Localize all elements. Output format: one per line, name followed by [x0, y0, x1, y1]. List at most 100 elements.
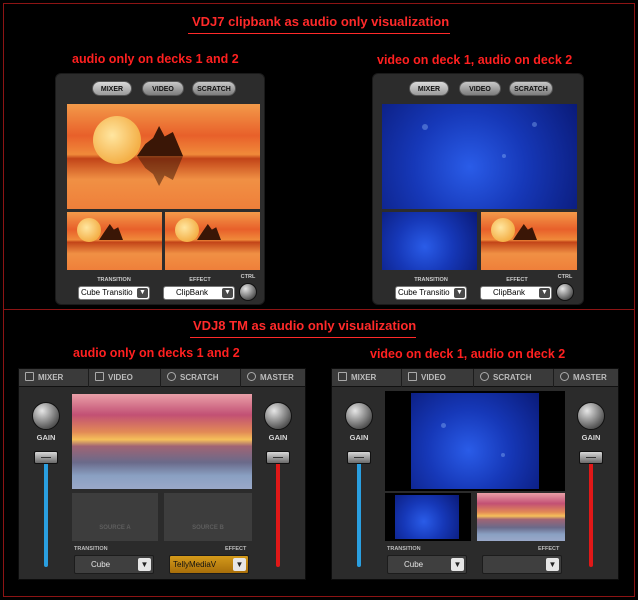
- film-icon: [408, 372, 417, 381]
- transition-value: Cube: [91, 560, 111, 569]
- tab-label: MIXER: [351, 373, 377, 382]
- ctrl-label: CTRL: [240, 274, 256, 280]
- deck1-preview: [382, 212, 477, 270]
- tab-mixer[interactable]: MIXER: [409, 81, 449, 96]
- transition-select[interactable]: Cube ▼: [387, 555, 467, 574]
- mixer-icon: [25, 372, 34, 381]
- section2-left-caption: audio only on decks 1 and 2: [73, 346, 240, 360]
- tab-label: MASTER: [573, 373, 607, 382]
- sparkle: [501, 453, 505, 457]
- tab-label: VIDEO: [108, 373, 133, 382]
- effect-label: EFFECT: [506, 277, 528, 283]
- transition-select[interactable]: Cube Transitio ▼: [78, 286, 150, 300]
- transition-value: Cube: [404, 560, 424, 569]
- gain-label-right: GAIN: [268, 433, 288, 442]
- fader-handle-right[interactable]: [266, 451, 290, 464]
- source-a[interactable]: [385, 493, 471, 541]
- sparkle: [502, 154, 506, 158]
- rock-island: [513, 224, 537, 240]
- section1-left-caption: audio only on decks 1 and 2: [72, 52, 239, 66]
- section1-title: VDJ7 clipbank as audio only visualizatio…: [192, 14, 450, 29]
- tab-mixer[interactable]: MIXER: [19, 369, 89, 387]
- scratch-icon: [167, 372, 176, 381]
- gain-knob-left[interactable]: [345, 402, 373, 430]
- effect-label: EFFECT: [189, 277, 211, 283]
- tab-video[interactable]: VIDEO: [89, 369, 161, 387]
- fader-handle-right[interactable]: [579, 451, 603, 464]
- tab-bar: MIXER VIDEO SCRATCH MASTER: [332, 369, 618, 387]
- tab-video[interactable]: VIDEO: [459, 81, 501, 96]
- main-video-preview: [67, 104, 260, 209]
- moon: [491, 218, 515, 242]
- transition-select[interactable]: Cube Transitio ▼: [395, 286, 467, 300]
- fader-track-left: [44, 461, 48, 567]
- source-b[interactable]: SOURCE B: [164, 493, 252, 541]
- transition-value: Cube Transitio: [81, 288, 133, 297]
- tab-scratch[interactable]: SCRATCH: [474, 369, 554, 387]
- effect-value: ClipBank: [493, 288, 526, 297]
- gain-knob-right[interactable]: [264, 402, 292, 430]
- gain-knob-left[interactable]: [32, 402, 60, 430]
- tab-master[interactable]: MASTER: [554, 369, 620, 387]
- gain-label-left: GAIN: [349, 433, 369, 442]
- ctrl-knob[interactable]: [556, 283, 574, 301]
- moon: [175, 218, 199, 242]
- chevron-down-icon[interactable]: ▼: [454, 288, 465, 298]
- tab-mixer[interactable]: MIXER: [332, 369, 402, 387]
- chevron-down-icon[interactable]: ▼: [233, 558, 246, 571]
- deck1-preview: [67, 212, 162, 270]
- fader-handle-left[interactable]: [34, 451, 58, 464]
- fader-handle-left[interactable]: [347, 451, 371, 464]
- chevron-down-icon[interactable]: ▼: [138, 558, 151, 571]
- main-video-preview: [72, 394, 252, 489]
- rock-island: [137, 126, 183, 156]
- deck2-preview: [481, 212, 577, 270]
- effect-value: TellyMediaV: [173, 560, 217, 569]
- ctrl-knob[interactable]: [239, 283, 257, 301]
- section-divider: [3, 309, 635, 310]
- sparkle: [441, 423, 446, 428]
- fader-track-right: [589, 461, 593, 567]
- effect-select[interactable]: TellyMediaV ▼: [169, 555, 249, 574]
- transition-label: TRANSITION: [97, 277, 131, 283]
- ctrl-label: CTRL: [557, 274, 573, 280]
- effect-label: EFFECT: [538, 546, 560, 552]
- main-video-area: [385, 391, 565, 491]
- scratch-icon: [480, 372, 489, 381]
- section2-title: VDJ8 TM as audio only visualization: [193, 318, 417, 333]
- source-b[interactable]: [477, 493, 565, 541]
- tab-mixer[interactable]: MIXER: [92, 81, 132, 96]
- main-video-preview: [411, 393, 539, 489]
- effect-select[interactable]: ClipBank ▼: [163, 286, 235, 300]
- chevron-down-icon[interactable]: ▼: [222, 288, 233, 298]
- master-icon: [247, 372, 256, 381]
- transition-label: TRANSITION: [414, 277, 448, 283]
- tab-scratch[interactable]: SCRATCH: [161, 369, 241, 387]
- chevron-down-icon[interactable]: ▼: [137, 288, 148, 298]
- source-a[interactable]: SOURCE A: [72, 493, 158, 541]
- effect-select[interactable]: ▼: [482, 555, 562, 574]
- vdj8-panel-left: MIXER VIDEO SCRATCH MASTER GAIN GAIN SOU…: [18, 368, 306, 580]
- tab-video[interactable]: VIDEO: [402, 369, 474, 387]
- transition-label: TRANSITION: [387, 546, 421, 552]
- tab-video[interactable]: VIDEO: [142, 81, 184, 96]
- chevron-down-icon[interactable]: ▼: [546, 558, 559, 571]
- chevron-down-icon[interactable]: ▼: [539, 288, 550, 298]
- gain-knob-right[interactable]: [577, 402, 605, 430]
- gain-label-left: GAIN: [36, 433, 56, 442]
- sparkle: [532, 122, 537, 127]
- chevron-down-icon[interactable]: ▼: [451, 558, 464, 571]
- main-video-preview: [382, 104, 577, 209]
- section1-title-underline: [188, 33, 450, 34]
- moon: [93, 116, 141, 164]
- tab-label: MIXER: [38, 373, 64, 382]
- transition-select[interactable]: Cube ▼: [74, 555, 154, 574]
- effect-label: EFFECT: [225, 546, 247, 552]
- tab-master[interactable]: MASTER: [241, 369, 307, 387]
- tab-scratch[interactable]: SCRATCH: [192, 81, 236, 96]
- deck2-preview: [165, 212, 260, 270]
- tab-scratch[interactable]: SCRATCH: [509, 81, 553, 96]
- vdj7-panel-left: MIXER VIDEO SCRATCH TRANSITION EFFECT CT…: [55, 73, 265, 305]
- effect-select[interactable]: ClipBank ▼: [480, 286, 552, 300]
- tab-label: VIDEO: [421, 373, 446, 382]
